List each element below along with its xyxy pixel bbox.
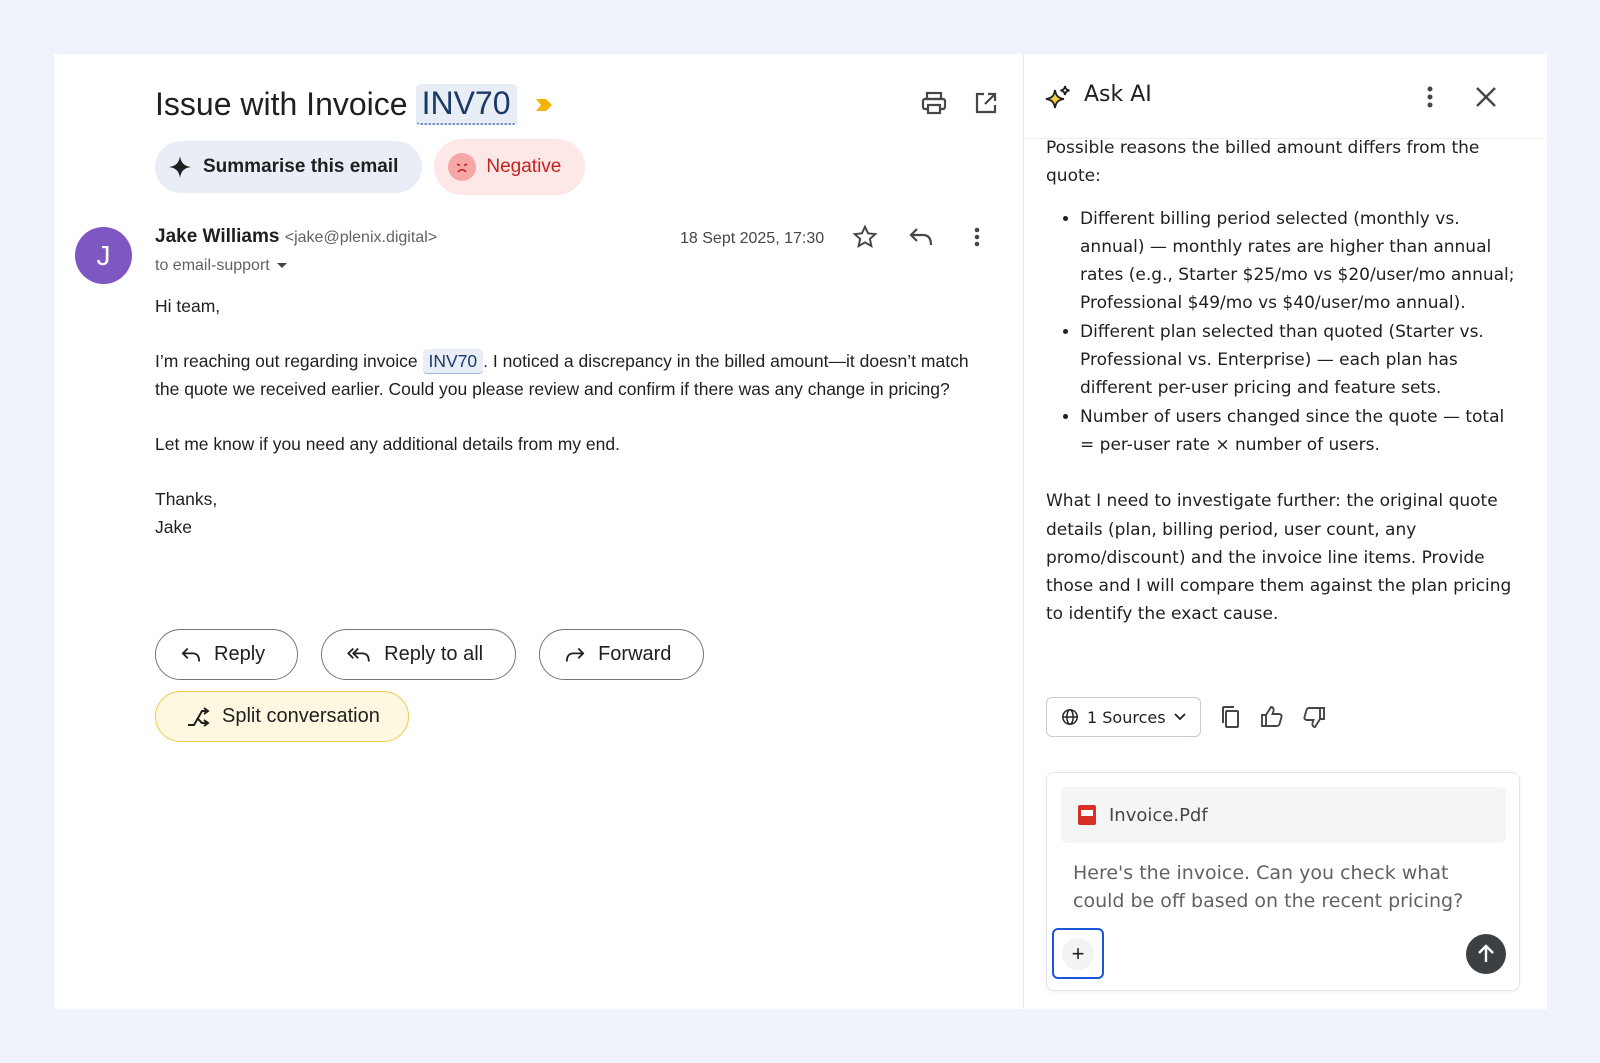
ai-followup: What I need to investigate further: the … bbox=[1046, 491, 1512, 625]
ai-composer: Invoice.Pdf Here's the invoice. Can you … bbox=[1046, 772, 1520, 991]
subject-row: Issue with Invoice INV70 bbox=[155, 84, 553, 125]
ai-bullets: Different billing period selected (month… bbox=[1080, 205, 1516, 460]
split-label: Split conversation bbox=[222, 705, 380, 727]
body-greeting: Hi team, bbox=[155, 296, 221, 316]
reply-all-label: Reply to all bbox=[384, 643, 484, 665]
invoice-chip[interactable]: INV70 bbox=[415, 84, 517, 125]
forward-icon bbox=[565, 647, 585, 662]
sender-line: Jake Williams <jake@plenix.digital> bbox=[155, 226, 437, 248]
add-attachment-button[interactable]: + bbox=[1052, 928, 1104, 979]
thumbs-down-icon[interactable] bbox=[1301, 704, 1327, 730]
ai-panel: Ask AI Possible reasons the billed amoun… bbox=[1024, 54, 1547, 1009]
sender-name: Jake Williams bbox=[155, 226, 280, 247]
app-window: Issue with Invoice INV70 Summarise this … bbox=[54, 54, 1547, 1009]
reply-icon[interactable] bbox=[908, 224, 934, 250]
sentiment-badge: Negative bbox=[434, 139, 586, 195]
attachment-name: Invoice.Pdf bbox=[1109, 804, 1208, 826]
email-body: Hi team, I’m reaching out regarding invo… bbox=[155, 292, 985, 541]
sentiment-label: Negative bbox=[486, 156, 562, 177]
ai-panel-title: Ask AI bbox=[1084, 82, 1152, 107]
open-in-new-icon[interactable] bbox=[973, 90, 999, 116]
thumbs-up-icon[interactable] bbox=[1259, 704, 1285, 730]
recipients-toggle[interactable]: to email-support bbox=[155, 257, 288, 275]
plus-icon: + bbox=[1062, 937, 1094, 970]
prompt-input[interactable]: Here's the invoice. Can you check what c… bbox=[1073, 859, 1493, 915]
more-vert-icon[interactable] bbox=[964, 224, 990, 250]
more-vert-icon[interactable] bbox=[1417, 84, 1443, 110]
ai-panel-header: Ask AI bbox=[1024, 54, 1547, 139]
importance-marker-icon[interactable] bbox=[535, 97, 553, 113]
forward-button[interactable]: Forward bbox=[539, 629, 705, 680]
recipients-label: to email-support bbox=[155, 257, 270, 274]
invoice-inline-chip[interactable]: INV70 bbox=[422, 349, 484, 374]
chevron-down-icon bbox=[1173, 713, 1186, 721]
globe-icon bbox=[1062, 709, 1078, 725]
reply-icon bbox=[181, 647, 201, 662]
chip-row: Summarise this email Negative bbox=[155, 139, 586, 195]
body-signoff: Thanks, Jake bbox=[155, 485, 985, 541]
sources-label: 1 Sources bbox=[1087, 707, 1166, 727]
split-icon bbox=[188, 706, 210, 727]
ai-bullet: Different plan selected than quoted (Sta… bbox=[1080, 318, 1516, 403]
sad-face-icon bbox=[448, 153, 477, 181]
sender-email: <jake@plenix.digital> bbox=[284, 229, 438, 246]
summarise-button[interactable]: Summarise this email bbox=[155, 141, 423, 193]
body-paragraph-2: Let me know if you need any additional d… bbox=[155, 434, 620, 454]
copy-icon[interactable] bbox=[1217, 704, 1243, 730]
sources-dropdown[interactable]: 1 Sources bbox=[1046, 697, 1201, 737]
message-actions bbox=[852, 224, 990, 250]
split-conversation-button[interactable]: Split conversation bbox=[155, 691, 409, 742]
pdf-file-icon bbox=[1078, 805, 1096, 825]
body-paragraph-1: I’m reaching out regarding invoice INV70… bbox=[155, 347, 985, 403]
ai-response: Possible reasons the billed amount diffe… bbox=[1046, 134, 1516, 629]
ai-bullet: Number of users changed since the quote … bbox=[1080, 403, 1516, 460]
star-icon[interactable] bbox=[852, 224, 878, 250]
forward-label: Forward bbox=[598, 643, 672, 665]
body-p1-before: I’m reaching out regarding invoice bbox=[155, 351, 423, 371]
email-subject: Issue with Invoice bbox=[155, 86, 408, 122]
header-actions bbox=[921, 90, 999, 116]
printer-icon[interactable] bbox=[921, 90, 947, 116]
email-actions: Reply Reply to all Forward bbox=[155, 629, 705, 680]
reply-label: Reply bbox=[214, 643, 266, 665]
avatar: J bbox=[75, 227, 132, 284]
summarise-label: Summarise this email bbox=[203, 156, 399, 177]
caret-down-icon bbox=[276, 263, 287, 268]
ai-response-toolbar: 1 Sources bbox=[1046, 697, 1327, 737]
send-button[interactable] bbox=[1466, 934, 1506, 974]
ai-bullet: Different billing period selected (month… bbox=[1080, 205, 1516, 318]
ai-sparkle-icon bbox=[1044, 84, 1072, 117]
ai-intro: Possible reasons the billed amount diffe… bbox=[1046, 138, 1480, 187]
email-date: 18 Sept 2025, 17:30 bbox=[680, 230, 825, 247]
signoff-text: Thanks, bbox=[155, 489, 218, 509]
email-pane: Issue with Invoice INV70 Summarise this … bbox=[54, 54, 1024, 1009]
sparkle-icon bbox=[169, 156, 191, 178]
arrow-up-icon bbox=[1478, 944, 1494, 962]
close-icon[interactable] bbox=[1473, 84, 1499, 110]
reply-all-button[interactable]: Reply to all bbox=[321, 629, 517, 680]
attachment-chip[interactable]: Invoice.Pdf bbox=[1061, 787, 1506, 843]
reply-all-icon bbox=[347, 647, 370, 662]
signature-text: Jake bbox=[155, 517, 192, 537]
reply-button[interactable]: Reply bbox=[155, 629, 299, 680]
